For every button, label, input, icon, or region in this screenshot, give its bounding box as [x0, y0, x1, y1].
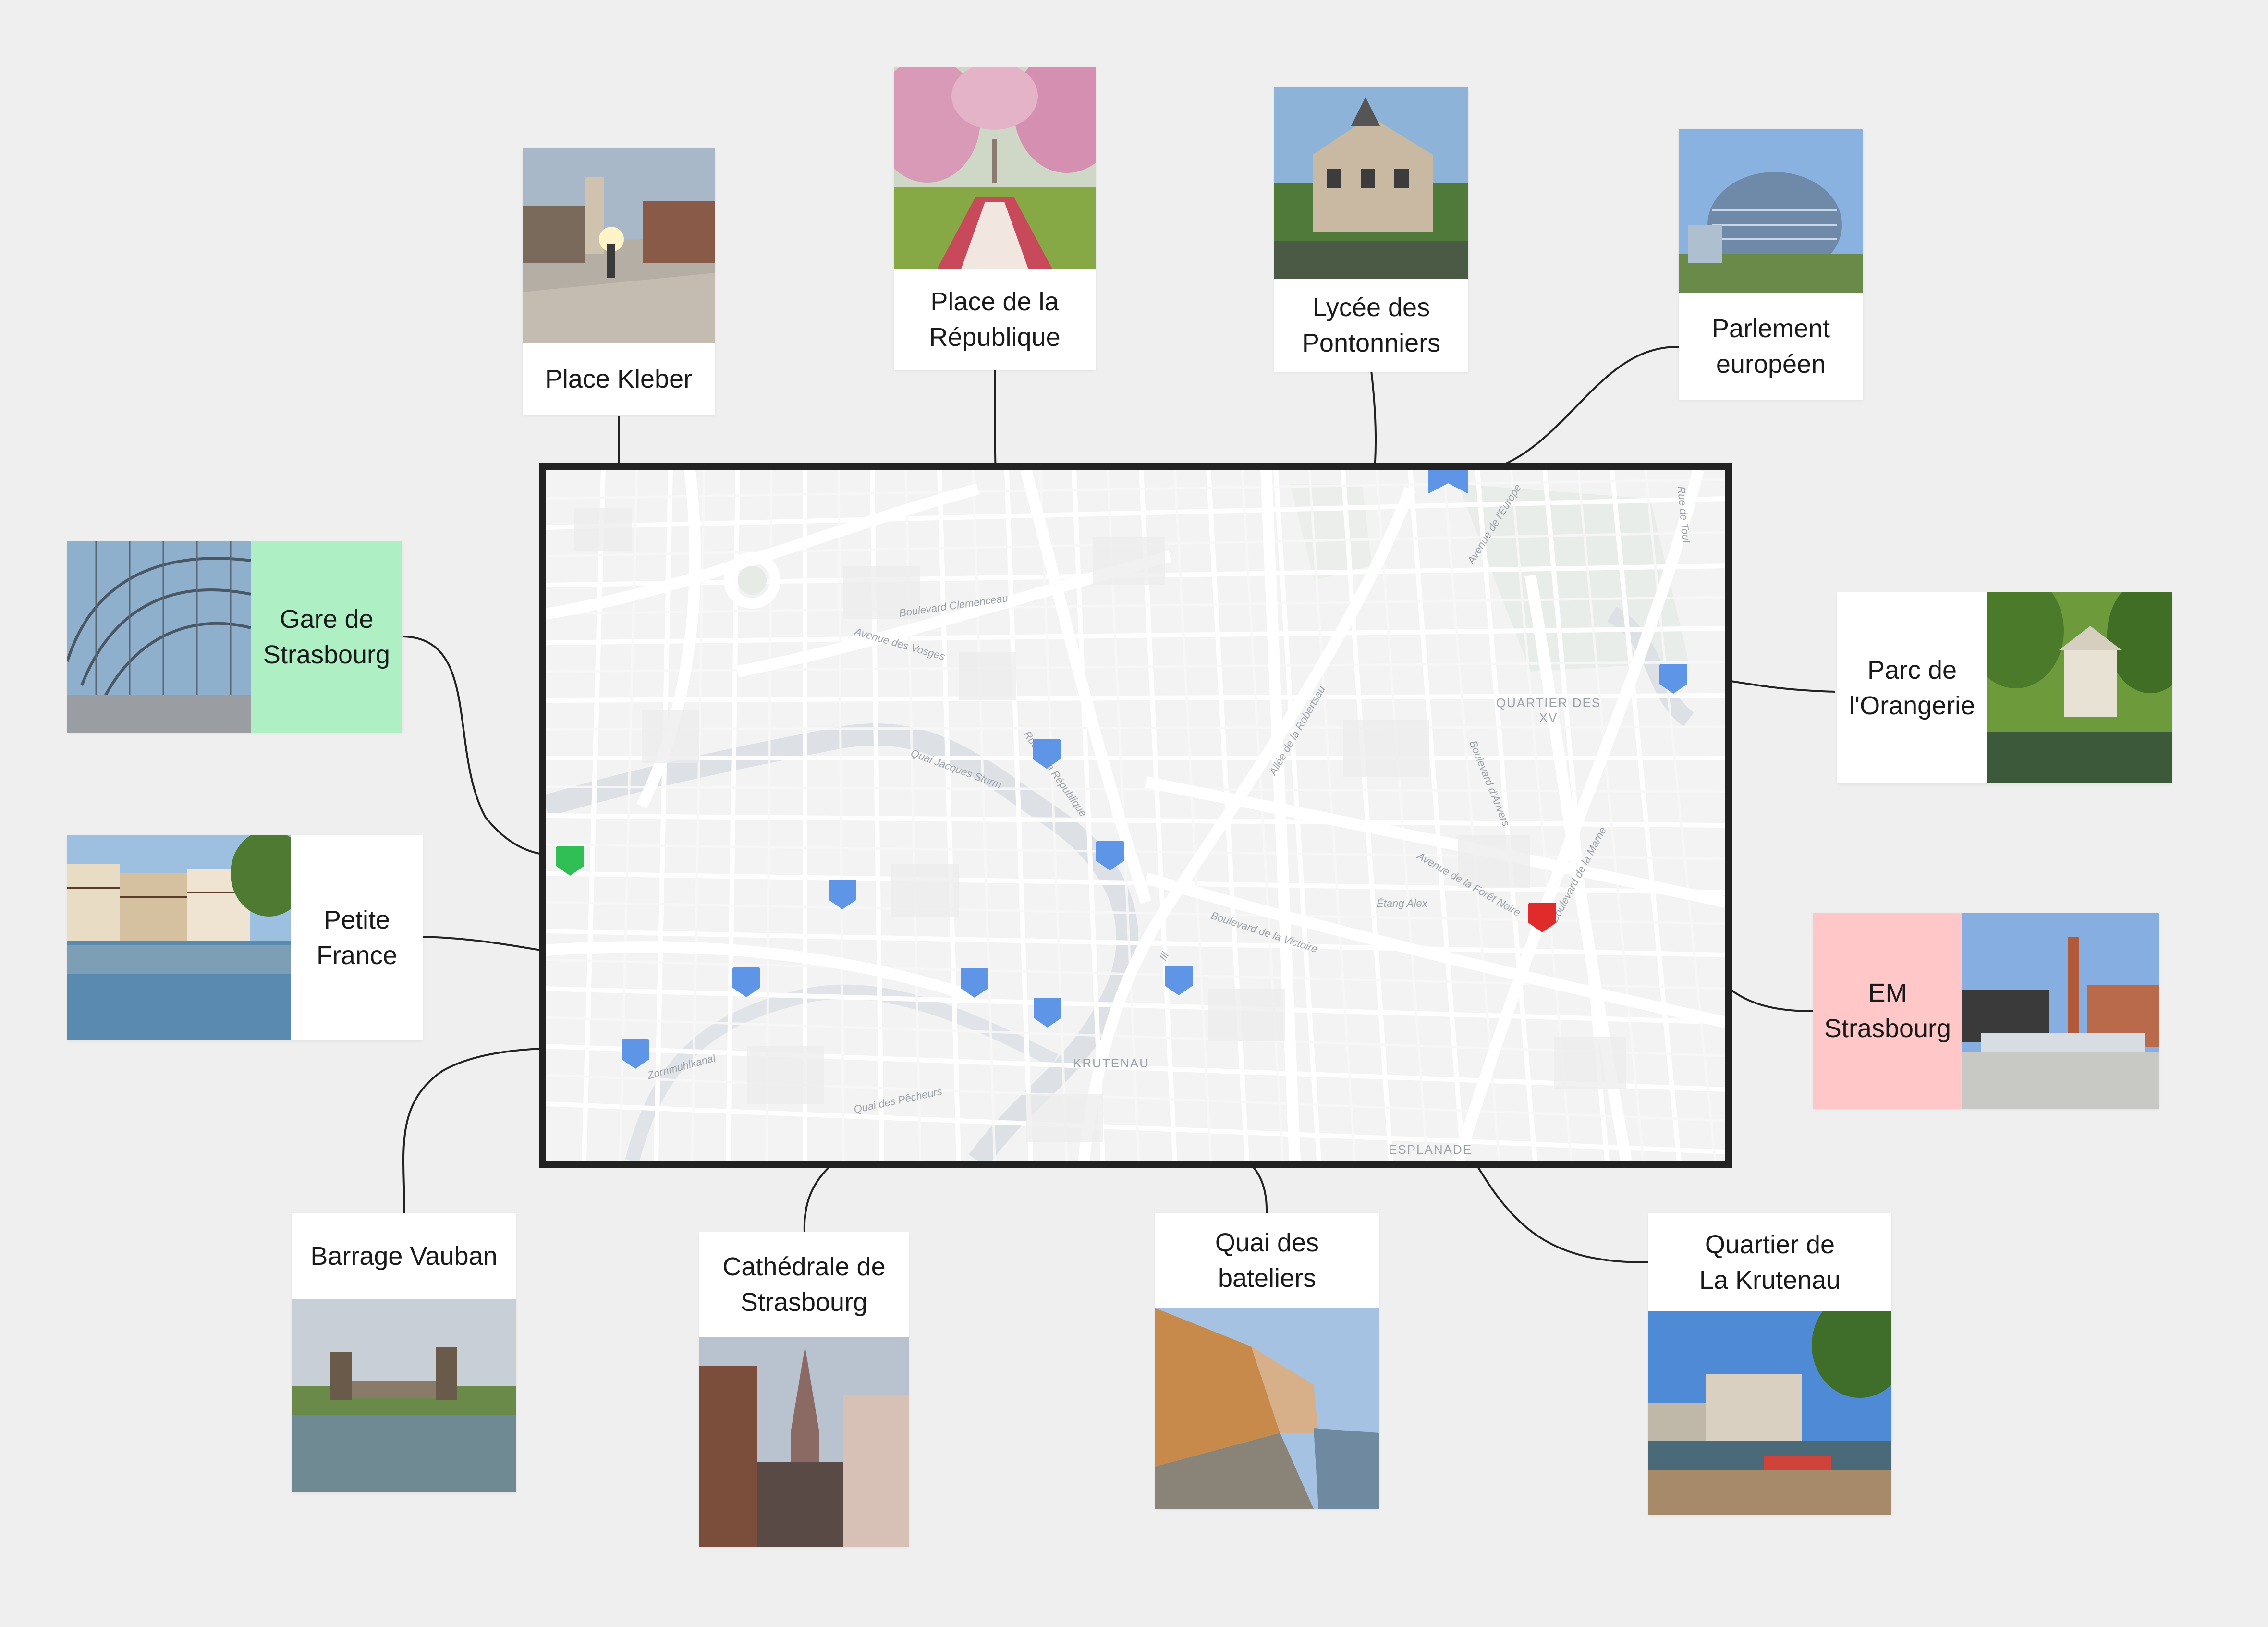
- place-card-lycee-pontonniers[interactable]: Lycée des Pontonniers: [1274, 87, 1468, 372]
- map-marker-petite-france[interactable]: [730, 966, 763, 999]
- photo-barrage-vauban: [292, 1299, 516, 1492]
- photo-parc-orangerie: [1987, 592, 2172, 783]
- map-marker-quai-bateliers[interactable]: [1031, 996, 1064, 1029]
- map-marker-em-strasbourg[interactable]: [1525, 901, 1559, 934]
- map-marker-parc-orangerie[interactable]: [1657, 662, 1690, 696]
- place-name-quartier-krutenau: Quartier de La Krutenau: [1648, 1213, 1891, 1311]
- city-map[interactable]: QUARTIER DES XV KRUTENAU ESPLANADE Boule…: [539, 463, 1732, 1168]
- place-name-em-strasbourg: EM Strasbourg: [1813, 913, 1962, 1109]
- place-card-parlement-europeen[interactable]: Parlement européen: [1679, 129, 1863, 400]
- place-card-em-strasbourg[interactable]: EM Strasbourg: [1813, 913, 2159, 1109]
- place-name-lycee-pontonniers: Lycée des Pontonniers: [1274, 279, 1468, 372]
- place-card-quartier-krutenau[interactable]: Quartier de La Krutenau: [1648, 1213, 1891, 1515]
- photo-lycee-pontonniers: [1274, 87, 1468, 279]
- map-marker-gare-strasbourg[interactable]: [553, 844, 587, 878]
- place-name-parc-orangerie: Parc de l'Orangerie: [1837, 592, 1987, 783]
- map-marker-parlement-europeen[interactable]: [1424, 470, 1468, 494]
- map-marker-quartier-krutenau[interactable]: [1162, 964, 1195, 997]
- district-label-quartier-des-xv: QUARTIER DES XV: [1496, 696, 1601, 725]
- place-name-barrage-vauban: Barrage Vauban: [292, 1213, 516, 1299]
- connector-parlement: [1445, 345, 1679, 477]
- map-marker-place-kleber[interactable]: [826, 878, 859, 911]
- place-card-place-kleber[interactable]: Place Kleber: [523, 148, 715, 415]
- place-name-gare-strasbourg: Gare de Strasbourg: [251, 541, 402, 733]
- place-card-quai-bateliers[interactable]: Quai des bateliers: [1155, 1213, 1379, 1509]
- place-card-gare-strasbourg[interactable]: Gare de Strasbourg: [67, 541, 402, 733]
- map-marker-barrage-vauban[interactable]: [619, 1037, 652, 1071]
- place-name-petite-france: Petite France: [291, 835, 423, 1040]
- photo-em-strasbourg: [1962, 913, 2159, 1109]
- photo-quartier-krutenau: [1648, 1311, 1891, 1515]
- place-card-cathedrale[interactable]: Cathédrale de Strasbourg: [699, 1232, 909, 1547]
- street-label-etang-alex: Étang Alex: [1377, 897, 1427, 909]
- map-marker-lycee-pontonniers[interactable]: [1093, 839, 1127, 872]
- map-marker-cathedrale[interactable]: [958, 966, 991, 1000]
- photo-place-kleber: [523, 148, 715, 343]
- place-card-petite-france[interactable]: Petite France: [67, 835, 423, 1040]
- photo-cathedrale: [699, 1337, 909, 1547]
- photo-gare-strasbourg: [67, 541, 251, 733]
- place-name-cathedrale: Cathédrale de Strasbourg: [699, 1232, 909, 1337]
- photo-place-republique: [894, 67, 1096, 269]
- place-name-place-kleber: Place Kleber: [523, 343, 715, 415]
- place-card-parc-orangerie[interactable]: Parc de l'Orangerie: [1837, 592, 2172, 783]
- photo-parlement-europeen: [1679, 129, 1863, 293]
- photo-petite-france: [67, 835, 291, 1040]
- place-name-parlement-europeen: Parlement européen: [1679, 293, 1863, 400]
- place-card-barrage-vauban[interactable]: Barrage Vauban: [292, 1213, 516, 1492]
- place-name-place-republique: Place de la République: [894, 269, 1096, 370]
- district-label-esplanade: ESPLANADE: [1389, 1142, 1473, 1157]
- map-marker-place-republique[interactable]: [1030, 737, 1063, 771]
- place-name-quai-bateliers: Quai des bateliers: [1155, 1213, 1379, 1308]
- district-label-krutenau: KRUTENAU: [1073, 1056, 1150, 1070]
- photo-quai-bateliers: [1155, 1308, 1379, 1509]
- place-card-place-republique[interactable]: Place de la République: [894, 67, 1096, 370]
